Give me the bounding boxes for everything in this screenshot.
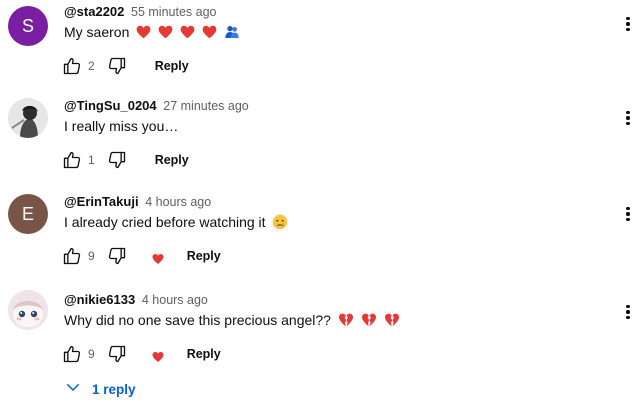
avatar-letter: S — [21, 15, 34, 36]
avatar-letter: E — [21, 203, 34, 224]
creator-heart-icon[interactable] — [139, 342, 165, 366]
broken-heart-icon — [361, 313, 377, 330]
replies-label: 1 reply — [92, 382, 136, 397]
timestamp[interactable]: 27 minutes ago — [163, 99, 248, 113]
comment-actions: 9 Reply — [60, 244, 221, 268]
comment-text: My saeron — [64, 24, 240, 42]
reply-button[interactable]: Reply — [155, 153, 189, 167]
comment-text: I already cried before watching it — [64, 214, 288, 233]
like-count: 9 — [88, 347, 95, 361]
comment-header: @sta2202 55 minutes ago — [64, 4, 217, 19]
comment-text: I really miss you… — [64, 118, 178, 134]
dislike-icon[interactable] — [105, 342, 129, 366]
like-icon[interactable] — [60, 342, 84, 366]
comment-header: @TingSu_0204 27 minutes ago — [64, 98, 249, 113]
more-actions-icon[interactable] — [622, 300, 634, 324]
avatar[interactable] — [8, 98, 48, 138]
crying-face-icon — [272, 214, 288, 233]
author-name[interactable]: @TingSu_0204 — [64, 98, 157, 113]
like-count: 9 — [88, 249, 95, 263]
broken-heart-icon — [338, 313, 354, 330]
red-heart-icon — [180, 25, 195, 42]
like-count: 1 — [88, 153, 95, 167]
comment-text: Why did no one save this precious angel?… — [64, 312, 400, 330]
comment-header: @ErinTakuji 4 hours ago — [64, 194, 211, 209]
red-heart-icon — [202, 25, 217, 42]
comment-actions: 1 Reply — [60, 148, 189, 172]
comment-text-content: I really miss you… — [64, 118, 179, 134]
comment-actions: 2 Reply — [60, 54, 189, 78]
avatar[interactable] — [8, 290, 48, 330]
author-name[interactable]: @nikie6133 — [64, 292, 135, 307]
comment-text-content: I already cried before watching it — [64, 214, 266, 231]
timestamp[interactable]: 4 hours ago — [145, 195, 211, 209]
chevron-down-icon — [64, 378, 82, 401]
red-heart-icon — [158, 25, 173, 42]
avatar-photo — [8, 290, 48, 330]
dislike-icon[interactable] — [105, 148, 129, 172]
more-actions-icon[interactable] — [622, 106, 634, 130]
creator-heart-icon[interactable] — [139, 244, 165, 268]
broken-heart-icon — [384, 313, 400, 330]
timestamp[interactable]: 55 minutes ago — [131, 5, 216, 19]
comment-header: @nikie6133 4 hours ago — [64, 292, 208, 307]
comment-text-content: Why did no one save this precious angel?… — [64, 312, 331, 328]
dislike-icon[interactable] — [105, 244, 129, 268]
red-heart-icon — [136, 25, 151, 42]
like-icon[interactable] — [60, 244, 84, 268]
author-name[interactable]: @sta2202 — [64, 4, 124, 19]
comment-actions: 9 Reply — [60, 342, 221, 366]
dislike-icon[interactable] — [105, 54, 129, 78]
view-replies-button[interactable]: 1 reply — [64, 378, 136, 401]
like-icon[interactable] — [60, 148, 84, 172]
timestamp[interactable]: 4 hours ago — [142, 293, 208, 307]
more-actions-icon[interactable] — [622, 202, 634, 226]
avatar[interactable]: E — [8, 194, 48, 234]
more-actions-icon[interactable] — [622, 12, 634, 36]
avatar-photo — [8, 98, 48, 138]
reply-button[interactable]: Reply — [187, 249, 221, 263]
avatar[interactable]: S — [8, 6, 48, 46]
people-hugging-icon — [224, 25, 240, 42]
like-icon[interactable] — [60, 54, 84, 78]
author-name[interactable]: @ErinTakuji — [64, 194, 139, 209]
comment-text-content: My saeron — [64, 24, 130, 40]
reply-button[interactable]: Reply — [187, 347, 221, 361]
reply-button[interactable]: Reply — [155, 59, 189, 73]
like-count: 2 — [88, 59, 95, 73]
